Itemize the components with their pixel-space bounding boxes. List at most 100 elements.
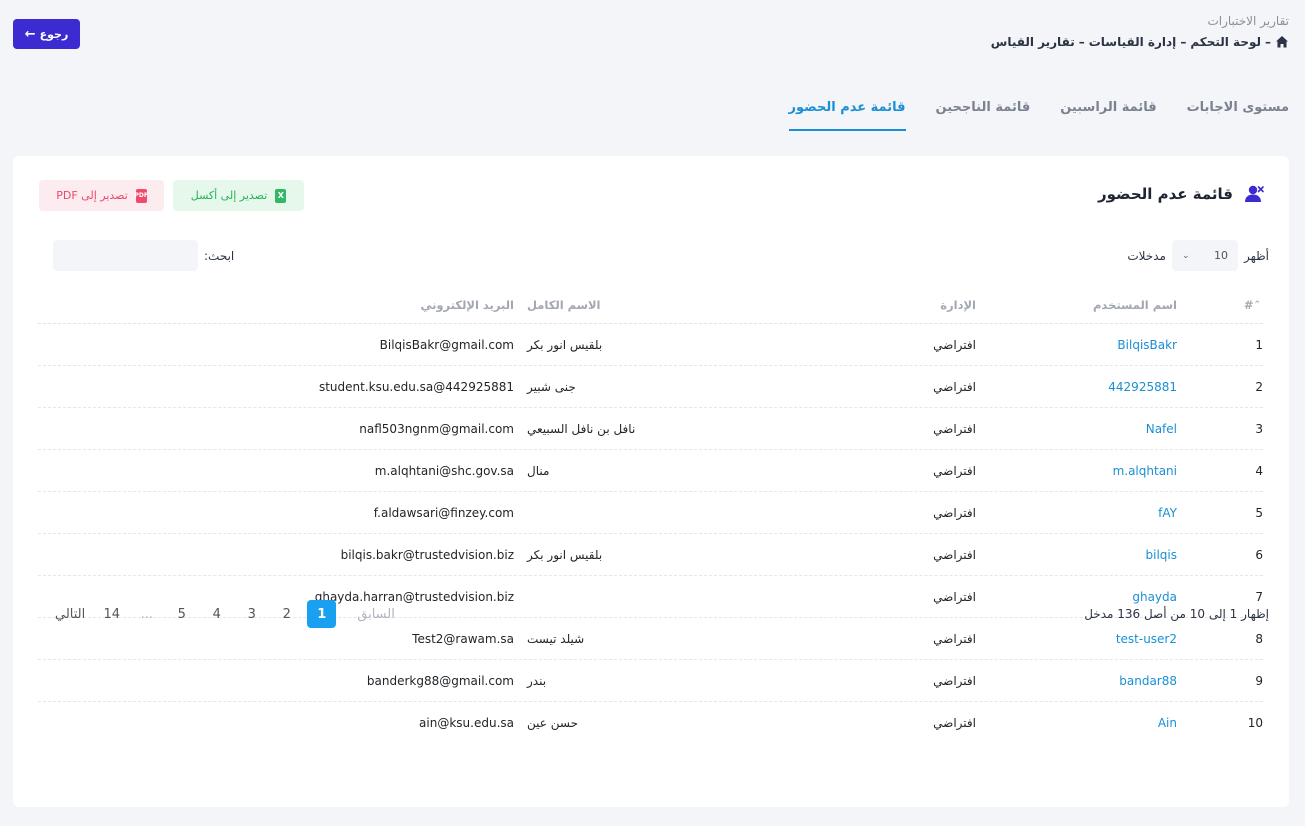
breadcrumb-separator: –: [1180, 35, 1187, 49]
row-number: 10: [1247, 716, 1263, 730]
table-row: 2 442925881 افتراضي جنى شبير student.ksu…: [38, 366, 1263, 408]
username-link[interactable]: fAY: [957, 492, 1177, 533]
table-row: 10 Ain افتراضي حسن عين ain@ksu.edu.sa: [38, 702, 1263, 744]
department-cell: افتراضي: [933, 463, 976, 478]
column-header-number[interactable]: # ⌃: [1233, 286, 1263, 323]
excel-file-icon: X: [275, 188, 287, 203]
export-excel-label: تصدير إلى أكسل: [190, 189, 268, 202]
username-link[interactable]: Ain: [957, 702, 1177, 744]
export-pdf-button[interactable]: PDF تصدير إلى PDF: [39, 180, 164, 211]
username-link[interactable]: 442925881: [957, 366, 1177, 407]
page-size-select[interactable]: 10 ⌄: [1171, 240, 1238, 271]
page-button-3[interactable]: 3: [237, 600, 266, 628]
email-cell: f.aldawsari@finzey.com: [373, 505, 514, 520]
username-link[interactable]: m.alqhtani: [957, 450, 1177, 491]
row-number: 5: [1255, 505, 1263, 520]
full-name-cell: بندر: [527, 673, 547, 688]
full-name-cell: [527, 576, 827, 617]
email-cell: BilqisBakr@gmail.com: [379, 337, 514, 352]
row-number: 9: [1255, 673, 1263, 688]
row-number: 8: [1255, 631, 1263, 646]
table-row: 6 bilqis افتراضي بلقيس انور بكر bilqis.b…: [38, 534, 1263, 576]
email-cell: ain@ksu.edu.sa: [419, 716, 514, 730]
full-name-cell: بلقيس انور بكر: [527, 547, 603, 562]
table-row: 4 m.alqhtani افتراضي منال m.alqhtani@shc…: [38, 450, 1263, 492]
row-number: 2: [1255, 379, 1263, 394]
breadcrumb-separator: –: [1078, 35, 1085, 49]
search-input[interactable]: [53, 240, 198, 271]
home-icon[interactable]: [1275, 35, 1289, 49]
page-heading: تقارير الاختبارات: [1207, 14, 1289, 28]
department-cell: افتراضي: [933, 505, 976, 520]
column-header-full-name[interactable]: الاسم الكامل: [527, 286, 827, 323]
email-cell: nafl503ngnm@gmail.com: [359, 421, 514, 436]
back-button[interactable]: ← رجوع: [13, 19, 80, 49]
username-link[interactable]: bandar88: [957, 660, 1177, 701]
table-row: 1 BilqisBakr افتراضي بلقيس انور بكر Bilq…: [38, 324, 1263, 366]
breadcrumb-item-reports: تقارير القياس: [990, 35, 1075, 49]
pdf-file-icon: PDF: [135, 188, 148, 203]
export-pdf-label: تصدير إلى PDF: [56, 189, 128, 202]
full-name-cell: حسن عين: [527, 716, 578, 730]
username-link[interactable]: bilqis: [957, 534, 1178, 575]
report-card: قائمة عدم الحضور X تصدير إلى أكسل PDF تص…: [13, 156, 1289, 807]
breadcrumb-item-measurements[interactable]: إدارة القياسات: [1089, 35, 1177, 49]
breadcrumb-item-dashboard[interactable]: لوحة التحكم: [1190, 35, 1261, 49]
tab-answers-level[interactable]: مستوى الاجابات: [1187, 86, 1289, 131]
email-cell: student.ksu.edu.sa@442925881: [318, 379, 514, 394]
tab-absence-list[interactable]: قائمة عدم الحضور: [788, 86, 906, 131]
row-number: 1: [1255, 337, 1263, 352]
department-cell: افتراضي: [933, 589, 976, 604]
full-name-cell: نافل بن نافل السبيعي: [527, 421, 636, 436]
username-link[interactable]: test-user2: [957, 618, 1177, 659]
show-label: أظهر: [1243, 248, 1269, 263]
table-row: 5 fAY افتراضي f.aldawsari@finzey.com: [38, 492, 1263, 534]
table-row: 9 bandar88 افتراضي بندر banderkg88@gmail…: [38, 660, 1263, 702]
column-header-username[interactable]: اسم المستخدم: [957, 286, 1177, 323]
full-name-cell: [527, 492, 827, 533]
page-button-1[interactable]: 1: [307, 600, 337, 628]
tab-passed-list[interactable]: قائمة الناجحين: [936, 86, 1031, 131]
row-number: 3: [1255, 421, 1263, 436]
page-button-4[interactable]: 4: [202, 600, 231, 628]
page-ellipsis: ...: [140, 606, 153, 622]
email-cell: banderkg88@gmail.com: [366, 673, 514, 688]
pagination-info: إظهار 1 إلى 10 من أصل 136 مدخل: [1084, 607, 1269, 621]
tab-failed-list[interactable]: قائمة الراسبين: [1060, 86, 1156, 131]
page-size-value: 10: [1213, 249, 1228, 262]
user-absent-icon: [1243, 184, 1265, 204]
department-cell: افتراضي: [933, 337, 976, 352]
breadcrumb-separator: –: [1265, 35, 1271, 49]
page-size-control: أظهر 10 ⌄ مدخلات: [1127, 240, 1269, 271]
column-header-department[interactable]: الإدارة: [856, 286, 976, 323]
card-title: قائمة عدم الحضور: [1098, 184, 1265, 204]
page-button-2[interactable]: 2: [272, 600, 301, 628]
tabs: قائمة عدم الحضور قائمة الناجحين قائمة ال…: [788, 86, 1289, 131]
row-number: 4: [1255, 463, 1263, 478]
page-button-14[interactable]: 14: [97, 600, 126, 628]
full-name-cell: جنى شبير: [527, 379, 576, 394]
card-title-text: قائمة عدم الحضور: [1098, 185, 1233, 203]
pagination: التالي 14 ... 5 4 3 2 1 السابق: [46, 600, 404, 628]
page-header: تقارير الاختبارات – لوحة التحكم – إدارة …: [991, 12, 1289, 49]
page-button-5[interactable]: 5: [167, 600, 196, 628]
full-name-cell: منال: [527, 463, 550, 478]
search-control: ابحث:: [53, 240, 234, 271]
full-name-cell: شيلد تيست: [527, 631, 585, 646]
search-label: ابحث:: [204, 248, 235, 263]
previous-page-button[interactable]: السابق: [351, 600, 401, 628]
column-header-email[interactable]: البريد الإلكتروني: [94, 286, 514, 323]
breadcrumb: – لوحة التحكم – إدارة القياسات – تقارير …: [991, 35, 1289, 49]
absence-table: # ⌃ اسم المستخدم الإدارة الاسم الكامل ال…: [38, 286, 1263, 744]
email-cell: m.alqhtani@shc.gov.sa: [374, 463, 514, 478]
table-row: 3 Nafel افتراضي نافل بن نافل السبيعي naf…: [38, 408, 1263, 450]
next-page-button[interactable]: التالي: [49, 600, 91, 628]
export-excel-button[interactable]: X تصدير إلى أكسل: [173, 180, 304, 211]
arrow-left-icon: ←: [24, 26, 36, 42]
email-cell: bilqis.bakr@trustedvision.biz: [340, 547, 514, 562]
username-link[interactable]: BilqisBakr: [957, 324, 1177, 365]
department-cell: افتراضي: [933, 547, 976, 562]
username-link[interactable]: Nafel: [957, 408, 1177, 449]
entries-label: مدخلات: [1127, 248, 1166, 263]
department-cell: افتراضي: [933, 421, 976, 436]
